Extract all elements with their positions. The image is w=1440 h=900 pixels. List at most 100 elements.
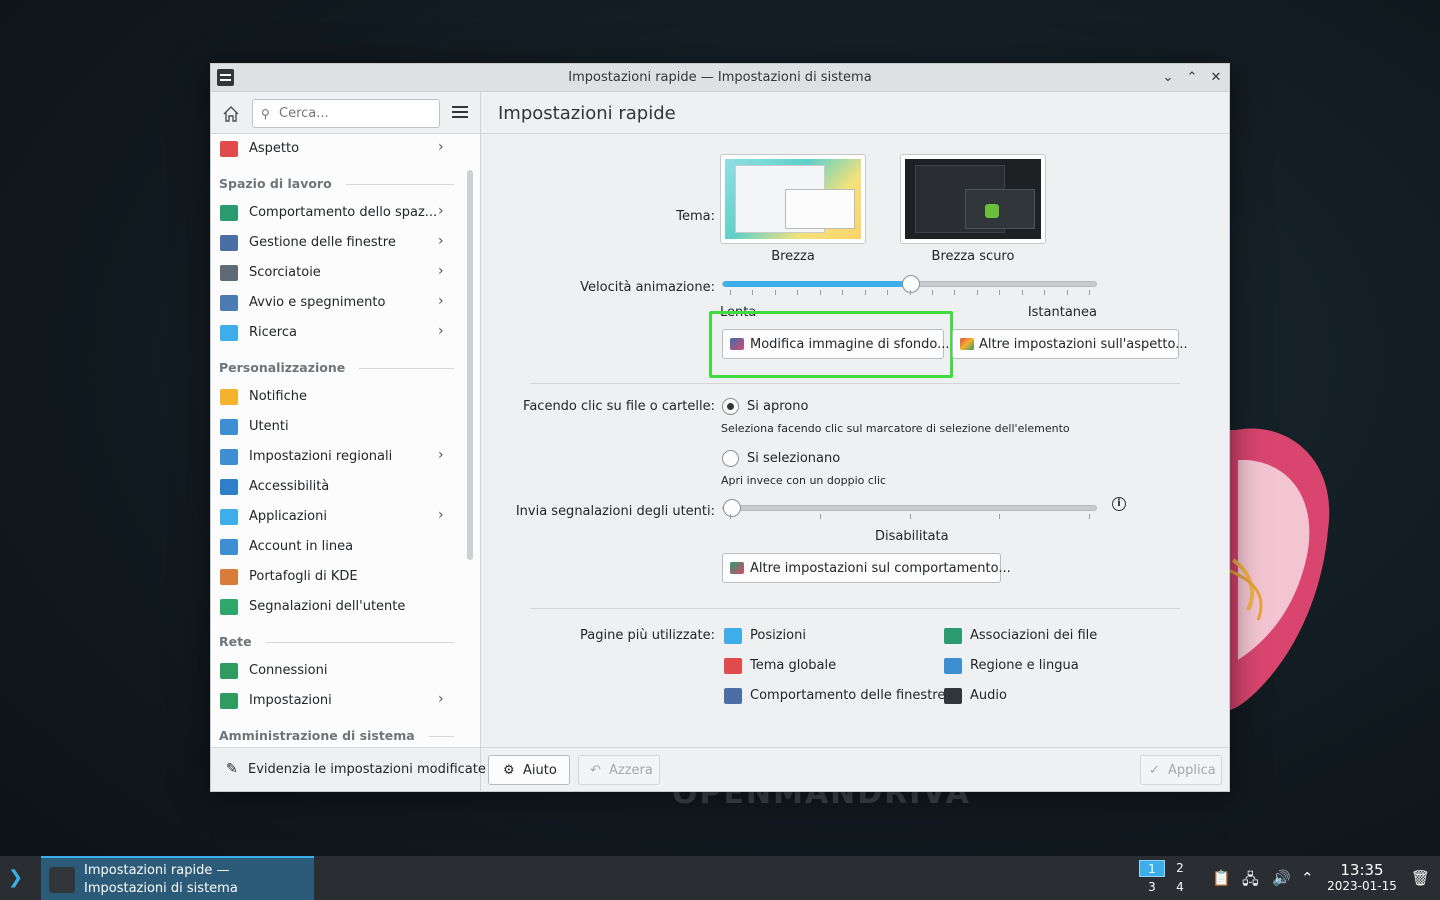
content-header: Impostazioni rapide: [481, 92, 1229, 134]
sidebar-item[interactable]: Comportamento dello spaz... ›: [211, 198, 466, 228]
home-icon[interactable]: [221, 104, 241, 124]
sidebar-section-divider: [359, 368, 454, 369]
close-button[interactable]: ✕: [1206, 68, 1226, 88]
breeze-dark-preview: [905, 159, 1041, 239]
sidebar-section-label: Amministrazione di sistema: [219, 728, 415, 743]
search-field[interactable]: ⚲: [252, 99, 440, 128]
slider-tick: [842, 290, 844, 295]
most-used-link-label: Associazioni dei file: [970, 628, 1098, 643]
hamburger-menu-button[interactable]: [452, 106, 468, 121]
sidebar-scrollbar[interactable]: [467, 170, 473, 560]
sidebar-item-label: Applicazioni: [249, 509, 327, 524]
apply-button[interactable]: ✓ Applica: [1140, 755, 1222, 785]
sidebar-item[interactable]: Impostazioni ›: [211, 686, 466, 716]
slider-tick: [1089, 290, 1090, 295]
user-feedback-handle[interactable]: [723, 499, 741, 517]
animation-max-label: Istantanea: [1027, 305, 1097, 320]
sidebar-item[interactable]: Impostazioni regionali ›: [211, 442, 466, 472]
check-icon: ✓: [1149, 763, 1160, 778]
info-icon[interactable]: i: [1112, 497, 1126, 511]
startup-icon: [220, 295, 238, 311]
most-used-link-label: Comportamento delle finestre: [750, 688, 946, 703]
sidebar-item-label: Impostazioni: [249, 693, 332, 708]
sidebar-item[interactable]: Applicazioni ›: [211, 502, 466, 532]
sidebar-item[interactable]: Connessioni: [211, 656, 466, 686]
chevron-right-icon: ›: [438, 263, 444, 279]
sidebar-item-label: Connessioni: [249, 663, 328, 678]
radio-open[interactable]: [722, 398, 739, 415]
user-feedback-label: Invia segnalazioni degli utenti:: [515, 504, 715, 519]
chevron-right-icon: ›: [438, 139, 444, 155]
application-launcher-icon[interactable]: ❯: [8, 867, 23, 888]
keyboard-icon: [220, 265, 238, 281]
desktop-4[interactable]: 4: [1167, 879, 1193, 896]
system-settings-window: Impostazioni rapide — Impostazioni di si…: [210, 63, 1230, 792]
sidebar-item[interactable]: Segnalazioni dell'utente: [211, 592, 466, 622]
chevron-up-icon: ⌃: [1186, 70, 1198, 85]
clock[interactable]: 13:35 2023-01-15: [1325, 862, 1399, 894]
sidebar-item[interactable]: Avvio e spegnimento ›: [211, 288, 466, 318]
wallpaper-icon: [730, 338, 744, 350]
system-settings-task-icon: [49, 867, 75, 893]
desktop-2[interactable]: 2: [1167, 860, 1193, 877]
desktop-1[interactable]: 1: [1139, 860, 1165, 877]
sidebar-item[interactable]: Scorciatoie ›: [211, 258, 466, 288]
feedback-icon: [220, 599, 238, 615]
more-appearance-button[interactable]: Altre impostazioni sull'aspetto...: [952, 329, 1188, 359]
tray-expand-icon[interactable]: ⌃: [1301, 869, 1314, 887]
virtual-desktop-pager: 1 2 3 4: [1139, 860, 1193, 896]
highlight-changed-settings-button[interactable]: ✎ Evidenzia le impostazioni modificate: [211, 747, 486, 791]
window-management-icon: [220, 235, 238, 251]
task-system-settings[interactable]: Impostazioni rapide — Impostazioni di si…: [41, 856, 314, 900]
content-pane: Impostazioni rapide Tema: Brezza Brezza …: [481, 92, 1229, 791]
chevron-down-icon: ⌄: [1162, 70, 1174, 85]
theme-thumbnail-breeze-dark[interactable]: [900, 154, 1046, 244]
change-wallpaper-button[interactable]: Modifica immagine di sfondo...: [722, 329, 950, 359]
sidebar-list: Aspetto › Spazio di lavoro Comportamento de…: [211, 134, 466, 747]
sidebar-item[interactable]: Accessibilità: [211, 472, 466, 502]
most-used-link-label: Regione e lingua: [970, 658, 1079, 673]
sidebar-item[interactable]: Utenti: [211, 412, 466, 442]
radio-select[interactable]: [722, 450, 739, 467]
animation-speed-fill: [723, 281, 911, 287]
change-wallpaper-label: Modifica immagine di sfondo...: [750, 337, 950, 352]
volume-icon[interactable]: 🔊: [1272, 869, 1291, 887]
sidebar-item-label: Accessibilità: [249, 479, 330, 494]
animation-speed-slider[interactable]: [722, 275, 1097, 293]
sidebar-item[interactable]: Notifiche: [211, 382, 466, 412]
more-behavior-button[interactable]: Altre impostazioni sul comportamento...: [722, 553, 1011, 583]
sidebar-section-divider: [266, 642, 454, 643]
clipboard-icon[interactable]: 📋: [1212, 869, 1231, 887]
click-behavior-label: Facendo clic su file o cartelle:: [523, 399, 715, 414]
network-icon[interactable]: 🖧: [1242, 869, 1259, 894]
titlebar[interactable]: Impostazioni rapide — Impostazioni di si…: [211, 64, 1229, 92]
slider-tick: [819, 514, 821, 519]
desktop-3[interactable]: 3: [1139, 879, 1165, 896]
theme-label: Tema:: [676, 209, 715, 224]
sidebar-item[interactable]: Portafogli di KDE: [211, 562, 466, 592]
help-icon: ⚙: [503, 763, 515, 778]
sidebar-item[interactable]: Gestione delle finestre ›: [211, 228, 466, 258]
sidebar-item[interactable]: Account in linea: [211, 532, 466, 562]
slider-tick: [1066, 290, 1068, 295]
search-input[interactable]: [279, 106, 429, 121]
separator: [531, 383, 1180, 384]
chevron-right-icon: ›: [438, 293, 444, 309]
most-used-link-label: Audio: [970, 688, 1007, 703]
sidebar-section-divider: [346, 184, 454, 185]
sidebar-item[interactable]: Aspetto ›: [211, 134, 466, 164]
help-button[interactable]: ⚙ Aiuto: [488, 755, 570, 785]
sidebar-item[interactable]: Ricerca ›: [211, 318, 466, 348]
user-feedback-slider[interactable]: [722, 499, 1097, 517]
reset-button[interactable]: ↶ Azzera: [578, 755, 660, 785]
maximize-button[interactable]: ⌃: [1182, 68, 1202, 88]
window-behavior-icon: [724, 688, 742, 704]
task-label: Impostazioni rapide — Impostazioni di si…: [84, 863, 238, 896]
minimize-button[interactable]: ⌄: [1158, 68, 1178, 88]
radio-select-hint: Apri invece con un doppio clic: [721, 474, 887, 487]
sidebar-item-label: Gestione delle finestre: [249, 235, 396, 250]
sidebar-item-label: Account in linea: [249, 539, 354, 554]
theme-thumbnail-breeze[interactable]: [720, 154, 866, 244]
trash-icon[interactable]: 🗑: [1411, 869, 1430, 887]
animation-speed-handle[interactable]: [901, 275, 920, 293]
